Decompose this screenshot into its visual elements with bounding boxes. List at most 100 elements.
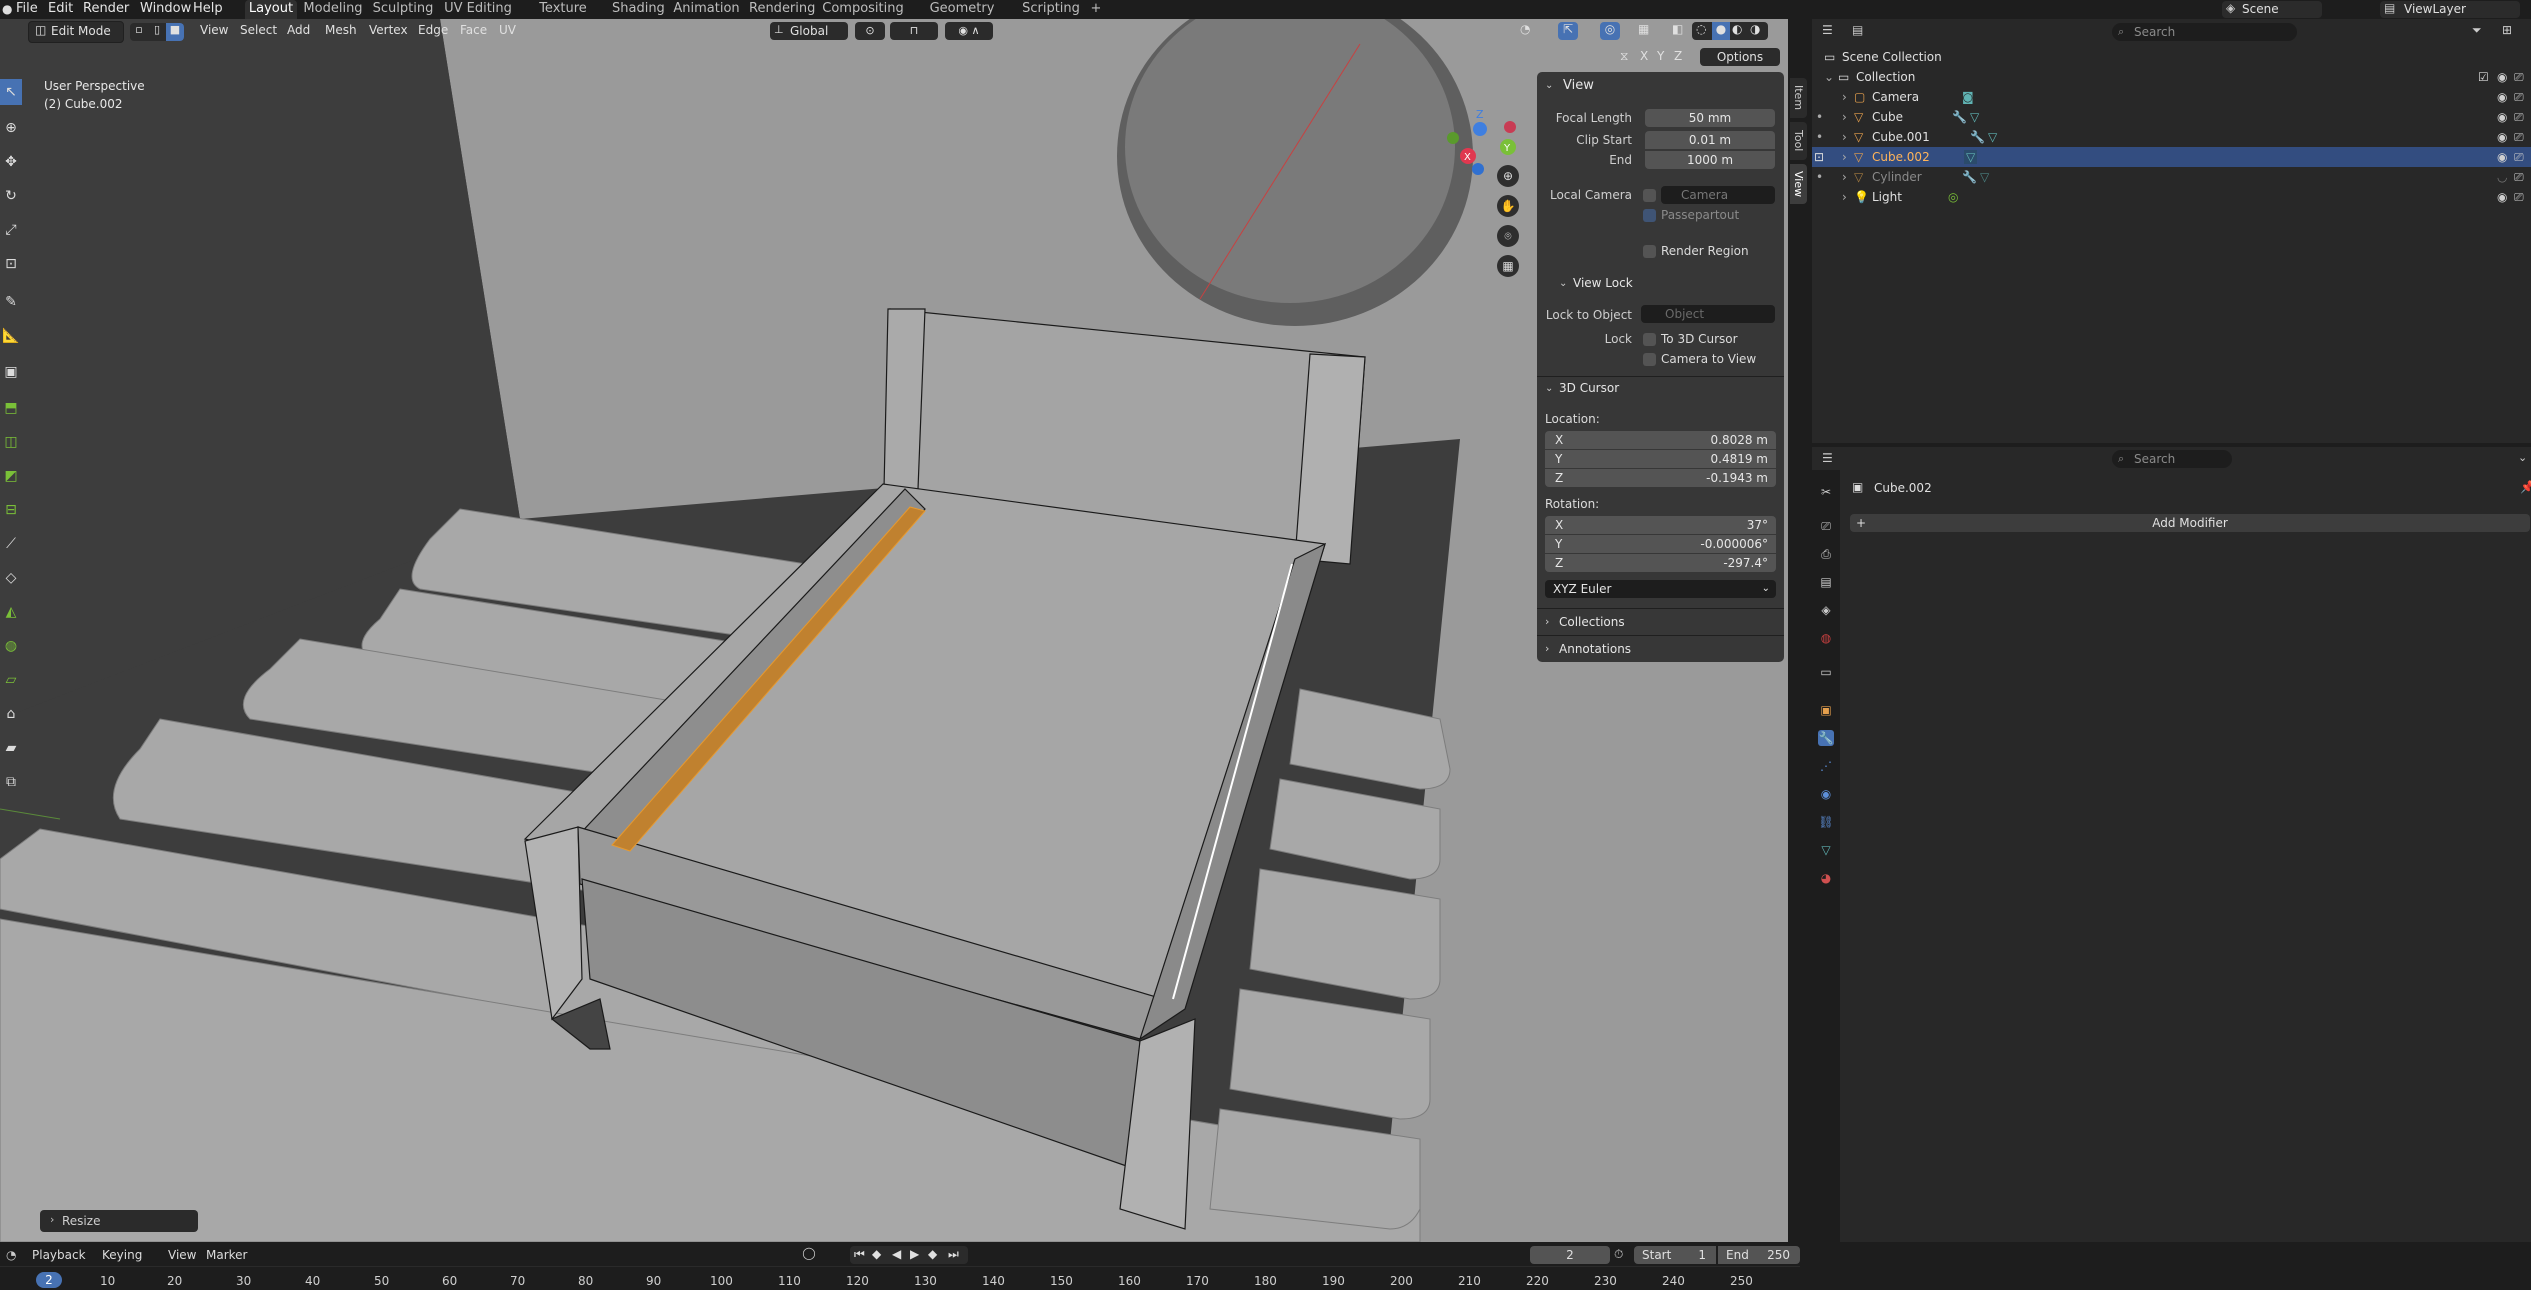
chevron-right-icon[interactable]: › bbox=[1842, 190, 1847, 204]
poly-build-icon[interactable]: ◇ bbox=[0, 565, 22, 591]
stopwatch-icon[interactable]: ⏱ bbox=[1614, 1247, 1623, 1262]
overlay-toggle-icon[interactable]: ◎ bbox=[1600, 22, 1620, 40]
vp-menu-mesh[interactable]: Mesh bbox=[325, 23, 357, 37]
tab-tool[interactable]: Tool bbox=[1790, 122, 1807, 160]
world-props-icon[interactable]: ◍ bbox=[1818, 630, 1834, 646]
edge-select-icon[interactable]: ▯ bbox=[148, 23, 166, 41]
editor-type-icon[interactable]: ☰ bbox=[1822, 451, 1833, 465]
cursor-loc-x-field[interactable]: X 0.8028 m bbox=[1545, 431, 1776, 449]
tab-texture-paint[interactable]: Texture Paint bbox=[522, 0, 604, 34]
vp-menu-edge[interactable]: Edge bbox=[418, 23, 448, 37]
cursor-rot-y-field[interactable]: Y -0.000006° bbox=[1545, 535, 1776, 553]
mesh-data-props-icon[interactable]: ▽ bbox=[1818, 842, 1834, 858]
edit-mode-toggle-icon[interactable]: ⊡ bbox=[1814, 150, 1824, 164]
eye-icon[interactable]: ◉ bbox=[2497, 130, 2507, 144]
chevron-right-icon[interactable]: › bbox=[1842, 170, 1847, 184]
options-dropdown[interactable]: Options bbox=[1700, 48, 1780, 66]
material-shading-icon[interactable]: ◐ bbox=[1732, 22, 1742, 36]
solid-shading-icon[interactable]: ● bbox=[1712, 22, 1730, 40]
tab-scripting[interactable]: Scripting bbox=[1020, 0, 1082, 19]
frame-indicator[interactable]: 2 bbox=[36, 1272, 62, 1288]
current-frame-field[interactable]: 2 bbox=[1530, 1246, 1610, 1264]
vp-menu-uv[interactable]: UV bbox=[499, 23, 516, 37]
keying-menu[interactable]: Keying bbox=[102, 1248, 142, 1262]
chevron-right-icon[interactable]: › bbox=[1842, 130, 1847, 144]
prev-keyframe-icon[interactable]: ◆ bbox=[872, 1247, 881, 1261]
transform-tool-icon[interactable]: ⊡ bbox=[0, 251, 22, 277]
eye-icon[interactable]: ◉ bbox=[2497, 150, 2507, 164]
zoom-icon[interactable]: ⊕ bbox=[1497, 165, 1519, 187]
modifier-props-icon[interactable]: 🔧 bbox=[1818, 730, 1834, 746]
camera-to-view-checkbox[interactable] bbox=[1643, 353, 1656, 366]
outliner-item-cube-002[interactable]: ⊡ › ▽ Cube.002 ▽ ◉ ⎚ bbox=[1812, 147, 2531, 167]
menu-file[interactable]: File bbox=[16, 0, 38, 19]
inset-icon[interactable]: ◫ bbox=[0, 429, 22, 455]
physics-props-icon[interactable]: ◉ bbox=[1818, 786, 1834, 802]
vp-menu-select[interactable]: Select bbox=[240, 23, 277, 37]
extrude-icon[interactable]: ⬒ bbox=[0, 395, 22, 421]
outliner-item-camera[interactable]: › ▢ Camera ◙ ◉ ⎚ bbox=[1812, 87, 2531, 107]
eye-icon[interactable]: ◉ bbox=[2497, 90, 2507, 104]
loop-cut-icon[interactable]: ⊟ bbox=[0, 497, 22, 523]
chevron-down-icon[interactable]: ⌄ bbox=[2518, 451, 2527, 464]
clip-start-field[interactable]: 0.01 m bbox=[1645, 131, 1775, 149]
move-tool-icon[interactable]: ✥ bbox=[0, 149, 22, 175]
jump-end-icon[interactable]: ⏭ bbox=[948, 1247, 959, 1262]
measure-tool-icon[interactable]: 📐 bbox=[0, 323, 22, 349]
tab-modeling[interactable]: Modeling bbox=[302, 0, 364, 19]
chevron-down-icon[interactable]: ⌄ bbox=[1545, 383, 1553, 394]
outliner-scene-collection[interactable]: ▭ Scene Collection bbox=[1812, 47, 2531, 67]
tab-view[interactable]: View bbox=[1790, 164, 1807, 204]
view-layer-selector[interactable]: ▤ ViewLayer bbox=[2380, 1, 2520, 18]
menu-window[interactable]: Window bbox=[140, 0, 191, 19]
camera-render-icon[interactable]: ⎚ bbox=[2514, 110, 2524, 125]
vp-menu-face[interactable]: Face bbox=[460, 23, 487, 37]
editor-type-icon[interactable]: ☰ bbox=[1822, 23, 1833, 37]
chevron-right-icon[interactable]: › bbox=[1842, 150, 1847, 164]
gizmo-toggle-icon[interactable]: ⇱ bbox=[1558, 22, 1578, 40]
outliner-search[interactable]: ⌕ Search bbox=[2112, 23, 2297, 41]
focal-length-field[interactable]: 50 mm bbox=[1645, 109, 1775, 127]
chevron-right-icon[interactable]: › bbox=[1545, 615, 1549, 628]
lock-to-object-field[interactable]: Object bbox=[1641, 305, 1775, 323]
next-keyframe-icon[interactable]: ◆ bbox=[928, 1247, 937, 1261]
display-mode-icon[interactable]: ▤ bbox=[1852, 23, 1863, 37]
cursor-tool-icon[interactable]: ⊕ bbox=[0, 115, 22, 141]
properties-search[interactable]: ⌕ Search bbox=[2112, 450, 2232, 468]
exclude-checkbox[interactable]: ☑ bbox=[2478, 70, 2489, 84]
view-layer-props-icon[interactable]: ▤ bbox=[1818, 574, 1834, 590]
cursor-loc-z-field[interactable]: Z -0.1943 m bbox=[1545, 469, 1776, 487]
camera-render-icon[interactable]: ⎚ bbox=[2514, 150, 2524, 165]
vp-menu-add[interactable]: Add bbox=[287, 23, 310, 37]
object-props-icon[interactable]: ▣ bbox=[1818, 702, 1834, 718]
auto-keying-icon[interactable]: ◯ bbox=[800, 1246, 818, 1264]
eye-icon[interactable]: ◉ bbox=[2497, 70, 2507, 84]
face-select-icon[interactable]: ■ bbox=[166, 23, 184, 41]
new-collection-icon[interactable]: ⊞ bbox=[2502, 23, 2512, 37]
cursor-rot-z-field[interactable]: Z -297.4° bbox=[1545, 554, 1776, 572]
cursor-section-title[interactable]: 3D Cursor bbox=[1559, 381, 1619, 395]
outliner-item-light[interactable]: › 💡 Light ◎ ◉ ⎚ bbox=[1812, 187, 2531, 207]
annotations-section[interactable]: Annotations bbox=[1559, 642, 1631, 656]
shear-icon[interactable]: ▰ bbox=[0, 735, 22, 761]
eye-icon[interactable]: ◉ bbox=[2497, 190, 2507, 204]
xray-icon[interactable]: ◧ bbox=[1672, 22, 1683, 36]
outliner-collection[interactable]: ⌄ ▭ Collection ☑ ◉ ⎚ bbox=[1812, 67, 2531, 87]
tool-settings-icon[interactable]: ✂ bbox=[1818, 484, 1834, 500]
collection-props-icon[interactable]: ▭ bbox=[1818, 664, 1834, 680]
material-props-icon[interactable]: ◕ bbox=[1818, 870, 1834, 886]
camera-render-icon[interactable]: ⎚ bbox=[2514, 90, 2524, 105]
menu-edit[interactable]: Edit bbox=[48, 0, 73, 19]
particles-props-icon[interactable]: ⋰ bbox=[1818, 758, 1834, 774]
marker-menu[interactable]: Marker bbox=[206, 1248, 247, 1262]
annotate-tool-icon[interactable]: ✎ bbox=[0, 289, 22, 315]
camera-render-icon[interactable]: ⎚ bbox=[2514, 70, 2524, 85]
camera-render-icon[interactable]: ⎚ bbox=[2514, 190, 2524, 205]
last-operator-panel[interactable]: › Resize bbox=[40, 1210, 198, 1232]
menu-render[interactable]: Render bbox=[83, 0, 129, 19]
collections-section[interactable]: Collections bbox=[1559, 615, 1625, 629]
passepartout-checkbox[interactable] bbox=[1643, 209, 1656, 222]
tab-compositing[interactable]: Compositing bbox=[822, 0, 904, 19]
end-frame-field[interactable]: End 250 bbox=[1718, 1246, 1800, 1264]
outliner-item-cylinder[interactable]: • › ▽ Cylinder 🔧 ▽ ◡ ⎚ bbox=[1812, 167, 2531, 187]
